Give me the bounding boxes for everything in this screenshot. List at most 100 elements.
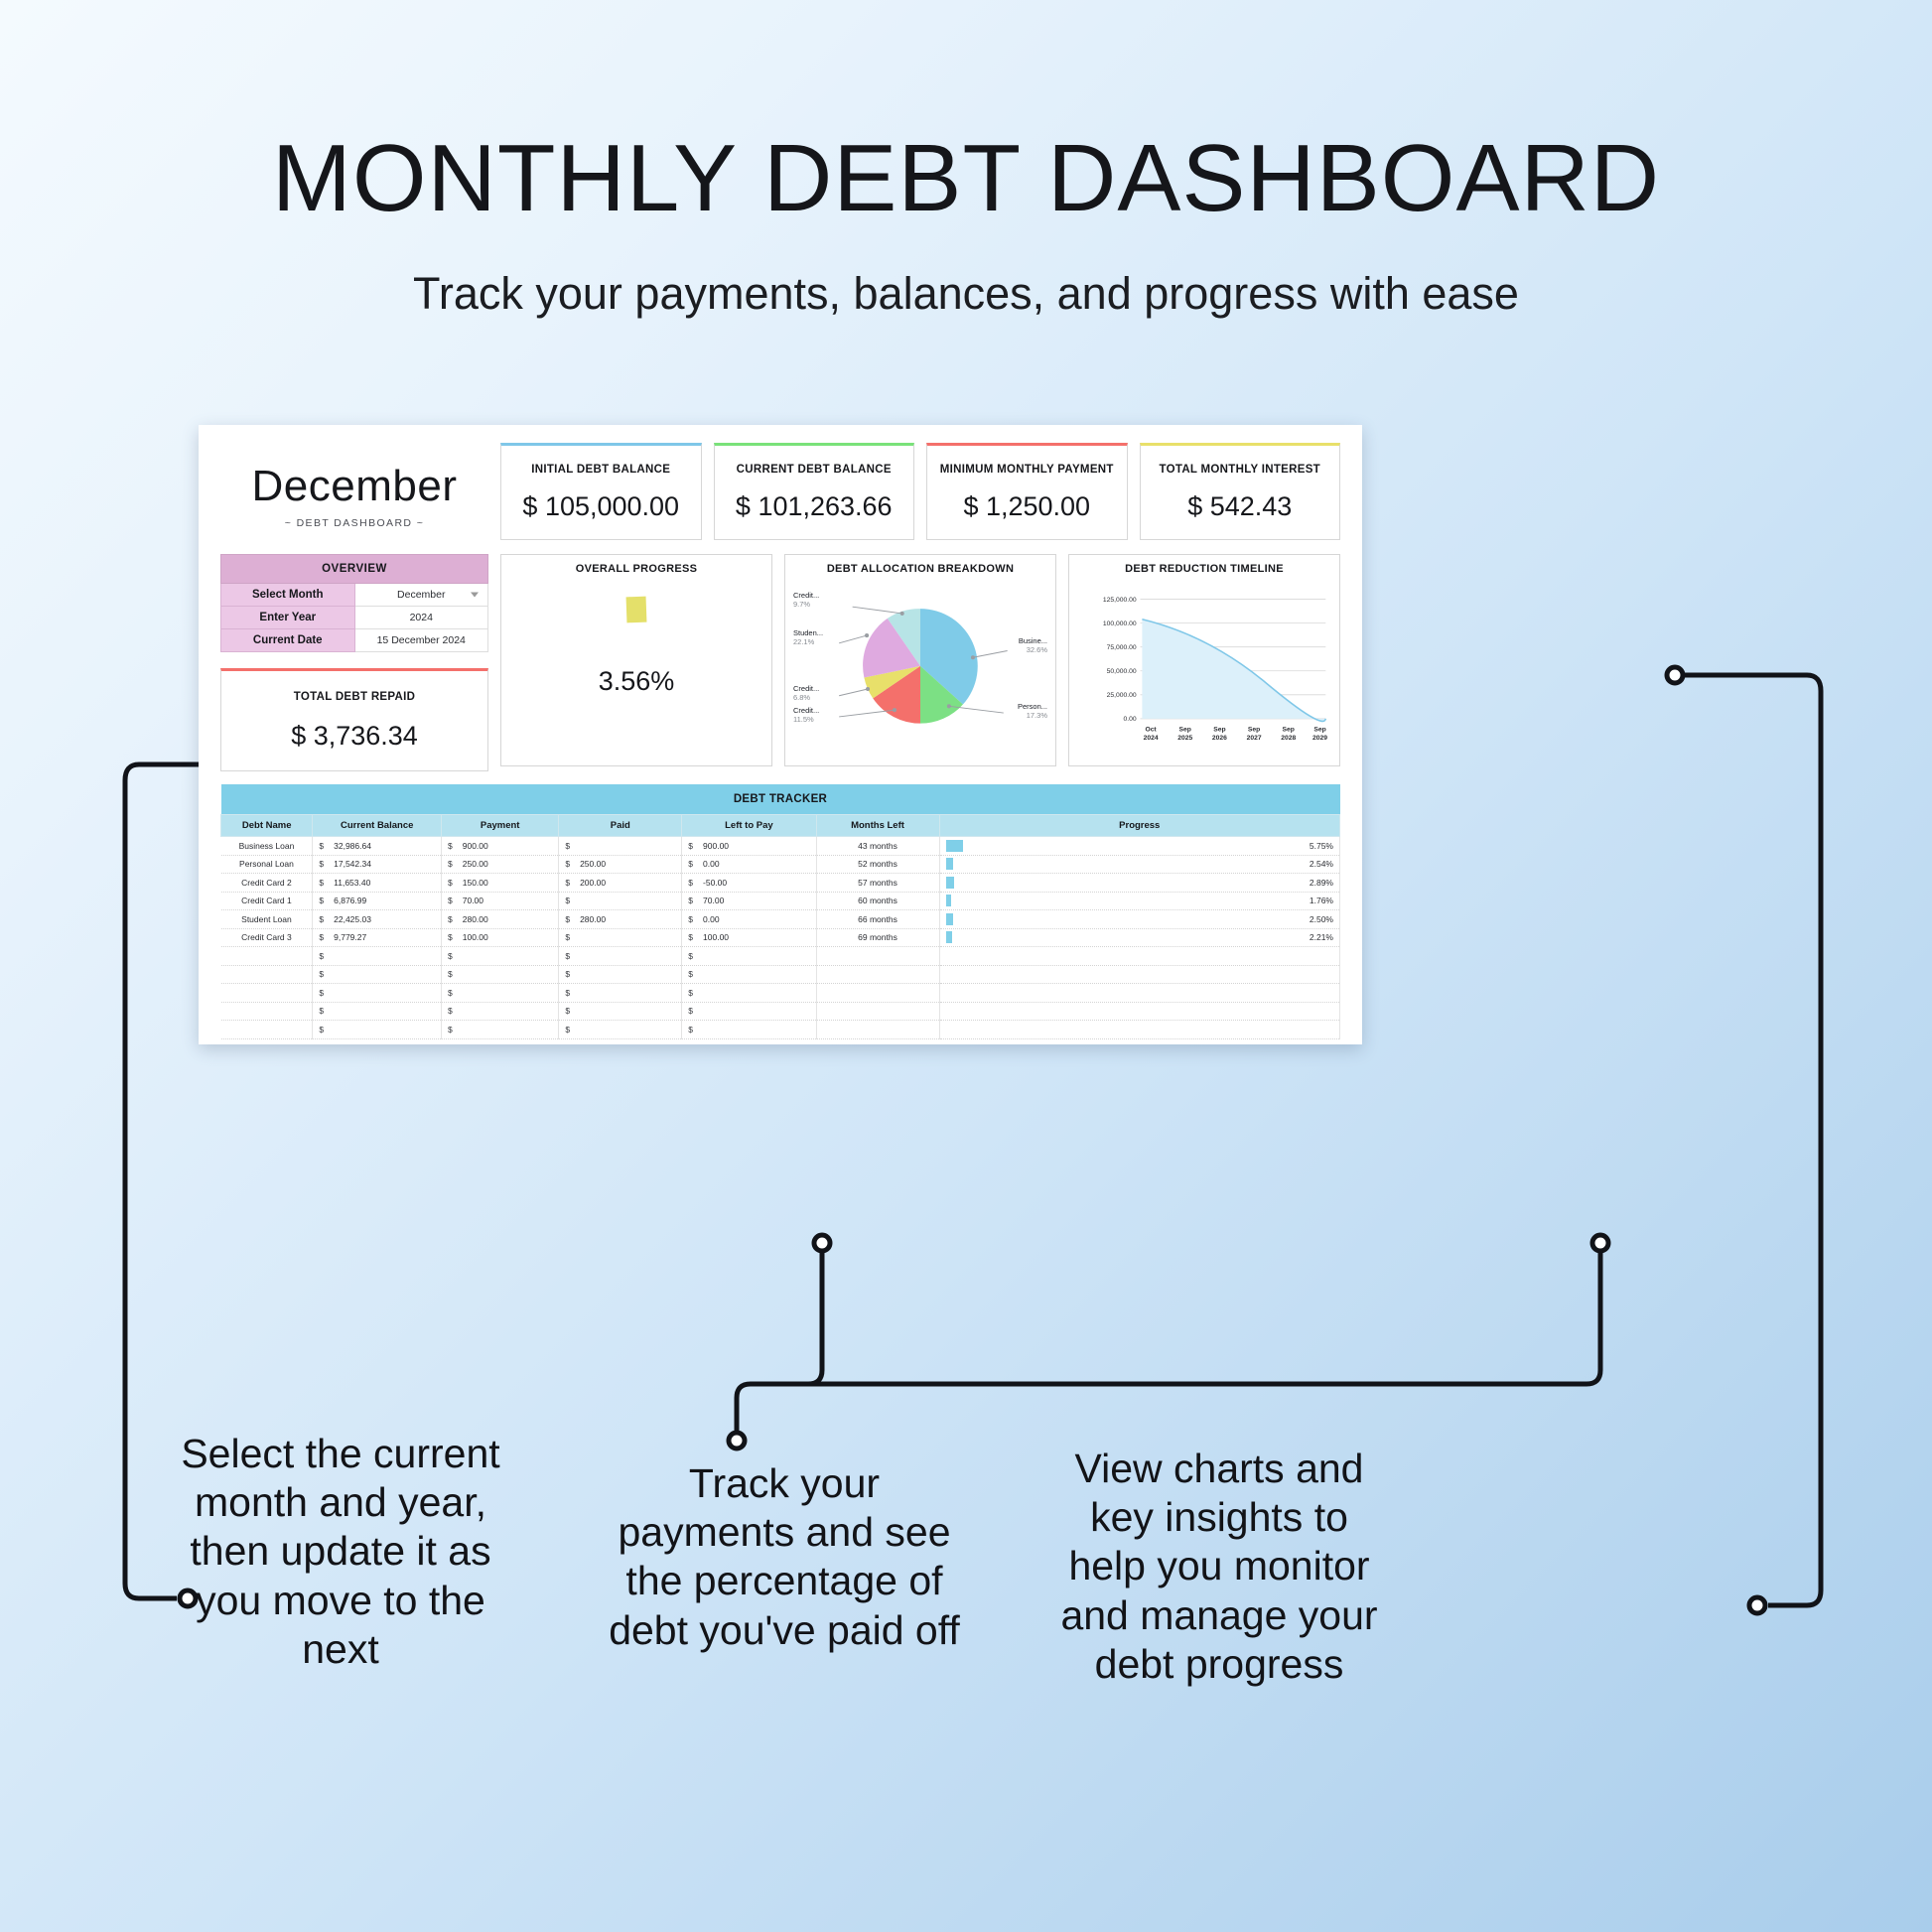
table-row[interactable]: Student Loan $22,425.03 $280.00 $280.00 $0.0… xyxy=(220,909,1340,929)
cell-current-balance[interactable]: $11,653.40 xyxy=(312,873,442,893)
cell-debt-name[interactable] xyxy=(220,1002,314,1021)
table-row[interactable]: Business Loan $32,986.64 $900.00 $ $900.00 43… xyxy=(220,836,1340,856)
overview-table: OVERVIEW Select Month December Enter Yea… xyxy=(220,554,488,652)
table-row[interactable]: $ $ $ $ xyxy=(220,965,1340,984)
cell-left-to-pay[interactable]: $ xyxy=(681,983,817,1003)
cell-debt-name[interactable]: Business Loan xyxy=(220,836,314,856)
cell-payment[interactable]: $ xyxy=(441,983,560,1003)
cell-current-balance[interactable]: $ xyxy=(312,1020,442,1039)
x-axis-ticks: Oct2024 Sep2025 Sep2026 Sep2027 Sep2028 … xyxy=(1144,726,1328,742)
pie-label-business: Busine... 32.6% xyxy=(1019,636,1047,655)
pie-label-pct: 9.7% xyxy=(793,600,811,610)
cell-progress xyxy=(939,946,1340,966)
cell-payment[interactable]: $150.00 xyxy=(441,873,560,893)
debt-reduction-area-chart: 125,000.00 100,000.00 75,000.00 50,000.0… xyxy=(1075,575,1333,756)
table-row[interactable]: $ $ $ $ xyxy=(220,946,1340,966)
cell-paid[interactable]: $ xyxy=(558,1002,683,1021)
x-tick: 2027 xyxy=(1247,735,1262,742)
connector-dot-kpi xyxy=(1664,664,1686,686)
cell-left-to-pay[interactable]: $900.00 xyxy=(681,836,817,856)
month-select[interactable]: December xyxy=(353,583,488,607)
mid-row: OVERVIEW Select Month December Enter Yea… xyxy=(220,554,1340,771)
cell-payment[interactable]: $ xyxy=(441,946,560,966)
cell-left-to-pay[interactable]: $ xyxy=(681,1020,817,1039)
table-row[interactable]: $ $ $ $ xyxy=(220,1002,1340,1021)
kpi-value: $ 1,250.00 xyxy=(963,490,1091,521)
pie-label-text: Person... xyxy=(1017,702,1047,711)
cell-current-balance[interactable]: $6,876.99 xyxy=(312,892,442,910)
cell-payment[interactable]: $280.00 xyxy=(441,909,560,929)
cell-debt-name[interactable] xyxy=(220,965,314,984)
cell-current-balance[interactable]: $22,425.03 xyxy=(312,909,442,929)
cell-payment[interactable]: $ xyxy=(441,965,560,984)
column-header-current-balance: Current Balance xyxy=(312,814,442,837)
cell-paid[interactable]: $ xyxy=(558,1020,683,1039)
cell-current-balance[interactable]: $ xyxy=(312,1002,442,1021)
panel-title: DEBT ALLOCATION BREAKDOWN xyxy=(826,563,1015,575)
cell-left-to-pay[interactable]: $70.00 xyxy=(681,892,817,910)
dashboard-caption: ~ DEBT DASHBOARD ~ xyxy=(284,517,425,529)
progress-pct: 2.21% xyxy=(1309,932,1333,943)
x-tick: 2026 xyxy=(1212,735,1227,742)
cell-left-to-pay[interactable]: $ xyxy=(681,946,817,966)
page-title: MONTHLY DEBT DASHBOARD xyxy=(271,125,1661,231)
cell-paid[interactable]: $ xyxy=(558,965,683,984)
kpi-label: INITIAL DEBT BALANCE xyxy=(531,463,671,476)
cell-debt-name[interactable] xyxy=(220,1020,314,1039)
cell-current-balance[interactable]: $ xyxy=(312,983,442,1003)
cell-current-balance[interactable]: $ xyxy=(312,946,442,966)
table-row[interactable]: Credit Card 2 $11,653.40 $150.00 $200.00 $ -5… xyxy=(220,873,1340,893)
cell-paid[interactable]: $280.00 xyxy=(558,909,683,929)
cell-payment[interactable]: $ xyxy=(441,1002,560,1021)
cell-left-to-pay[interactable]: $ -50.00 xyxy=(681,873,817,893)
cell-debt-name[interactable] xyxy=(220,946,314,966)
cell-paid[interactable]: $200.00 xyxy=(558,873,683,893)
table-row[interactable]: $ $ $ $ xyxy=(220,1020,1340,1039)
cell-left-to-pay[interactable]: $0.00 xyxy=(681,909,817,929)
cell-payment[interactable]: $70.00 xyxy=(441,892,560,910)
cell-progress xyxy=(939,1020,1340,1039)
cell-paid[interactable]: $250.00 xyxy=(558,855,683,874)
month-title: December xyxy=(251,462,458,510)
cell-debt-name[interactable]: Credit Card 3 xyxy=(220,928,314,947)
kpi-label: TOTAL MONTHLY INTEREST xyxy=(1159,463,1320,476)
cell-debt-name[interactable] xyxy=(220,983,314,1003)
table-row[interactable]: $ $ $ $ xyxy=(220,983,1340,1003)
y-tick: 50,000.00 xyxy=(1107,668,1137,675)
cell-left-to-pay[interactable]: $ xyxy=(681,1002,817,1021)
table-row[interactable]: Credit Card 3 $9,779.27 $100.00 $ $100.00 69 … xyxy=(220,928,1340,947)
table-row[interactable]: Credit Card 1 $6,876.99 $70.00 $ $70.00 60 mo… xyxy=(220,892,1340,910)
cell-current-balance[interactable]: $ xyxy=(312,965,442,984)
area-fill xyxy=(1142,619,1326,722)
callout-track-payments: Track your payments and see the percenta… xyxy=(609,1460,960,1653)
kpi-total-debt-repaid: TOTAL DEBT REPAID $ 3,736.34 xyxy=(220,668,488,771)
cell-paid[interactable]: $ xyxy=(558,983,683,1003)
cell-debt-name[interactable]: Student Loan xyxy=(220,909,314,929)
month-header: December ~ DEBT DASHBOARD ~ xyxy=(220,443,488,530)
debt-reduction-timeline-panel: DEBT REDUCTION TIMELINE 125,000.00 100,0… xyxy=(1068,554,1340,766)
cell-paid[interactable]: $ xyxy=(558,946,683,966)
cell-payment[interactable]: $250.00 xyxy=(441,855,560,874)
cell-paid[interactable]: $ xyxy=(558,928,683,947)
cell-left-to-pay[interactable]: $100.00 xyxy=(681,928,817,947)
tracker-body: Business Loan $32,986.64 $900.00 $ $900.00 43… xyxy=(220,836,1340,1039)
cell-current-balance[interactable]: $9,779.27 xyxy=(312,928,442,947)
cell-payment[interactable]: $ xyxy=(441,1020,560,1039)
cell-current-balance[interactable]: $32,986.64 xyxy=(312,836,442,856)
cell-debt-name[interactable]: Credit Card 1 xyxy=(220,892,314,910)
table-row[interactable]: Personal Loan $17,542.34 $250.00 $250.00 $0.… xyxy=(220,855,1340,874)
pie-label-text: Credit... xyxy=(793,684,820,693)
cell-paid[interactable]: $ xyxy=(558,836,683,856)
cell-paid[interactable]: $ xyxy=(558,892,683,910)
cell-current-balance[interactable]: $17,542.34 xyxy=(312,855,442,874)
cell-payment[interactable]: $900.00 xyxy=(441,836,560,856)
cell-payment[interactable]: $100.00 xyxy=(441,928,560,947)
year-input[interactable]: 2024 xyxy=(353,606,488,629)
y-tick: 75,000.00 xyxy=(1107,644,1137,651)
cell-left-to-pay[interactable]: $0.00 xyxy=(681,855,817,874)
cell-debt-name[interactable]: Personal Loan xyxy=(220,855,314,874)
debt-allocation-pie-chart: Credit... 9.7% Studen... 22.1% Credit...… xyxy=(791,575,1049,756)
cell-left-to-pay[interactable]: $ xyxy=(681,965,817,984)
x-tick: 2028 xyxy=(1281,735,1296,742)
cell-debt-name[interactable]: Credit Card 2 xyxy=(220,873,314,893)
